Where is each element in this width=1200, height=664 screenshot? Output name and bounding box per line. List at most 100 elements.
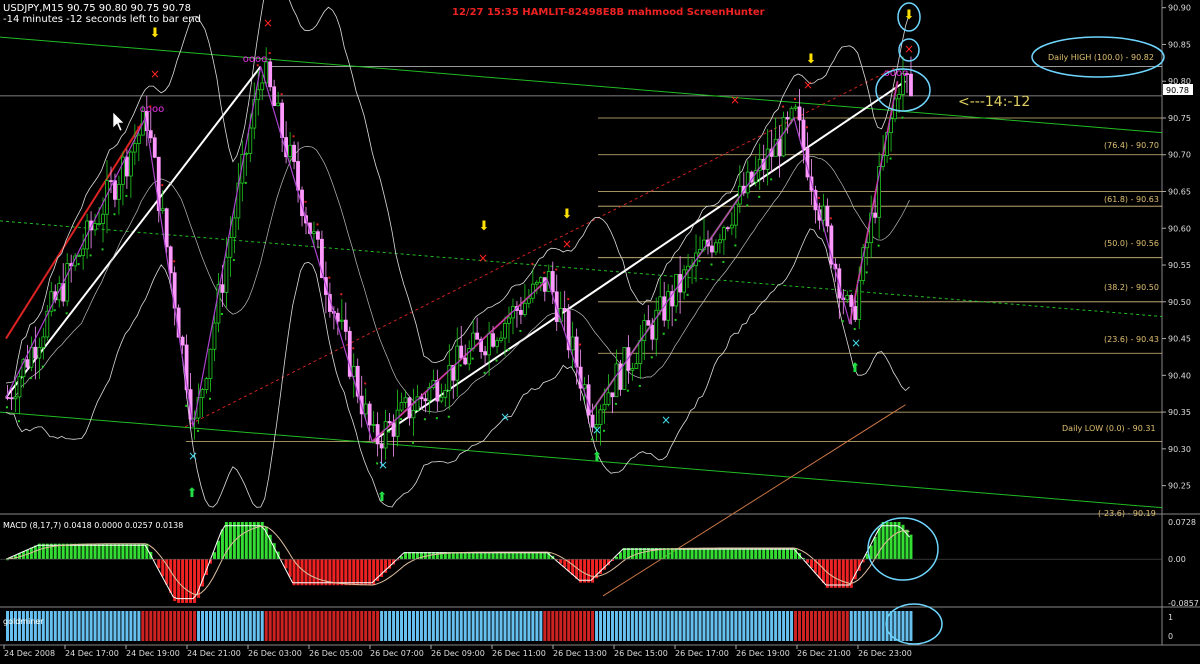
candle-body — [132, 143, 137, 153]
goldminer-bar — [459, 611, 463, 641]
psar-dot — [877, 244, 880, 247]
time-tick-label: 26 Dec 23:00 — [858, 649, 912, 658]
macd-bar — [670, 547, 674, 560]
macd-tick-label: 0.00 — [1168, 555, 1186, 564]
psar-dot — [244, 181, 247, 184]
window-title: 12/27 15:35 HAMLIT-82498E8B mahmood Scre… — [452, 7, 765, 18]
time-tick-label: 26 Dec 11:00 — [492, 649, 546, 658]
buy-arrow-icon: ⬆ — [187, 486, 198, 501]
goldminer-bar — [224, 611, 228, 641]
goldminer-bar — [829, 611, 833, 641]
sell-arrow-icon: ⬇ — [562, 207, 573, 222]
psar-dot — [17, 420, 20, 423]
candle-body — [733, 203, 738, 226]
macd-bar — [248, 522, 252, 560]
goldminer-bar — [380, 611, 384, 641]
candle-body — [503, 322, 507, 339]
goldminer-bar — [169, 611, 173, 641]
macd-bar — [762, 547, 766, 560]
psar-dot — [268, 52, 271, 55]
psar-dot — [626, 389, 629, 392]
price-tick-label: 90.40 — [1168, 371, 1191, 380]
price-tick-label: 90.55 — [1168, 261, 1191, 270]
candle-body — [475, 332, 480, 340]
macd-bar — [137, 543, 141, 560]
goldminer-bar — [384, 611, 388, 641]
goldminer-bar — [893, 611, 897, 641]
goldminer-bar — [798, 611, 802, 641]
goldminer-bar — [248, 611, 252, 641]
psar-dot — [674, 318, 677, 321]
candle-body — [725, 227, 730, 230]
psar-dot — [638, 384, 641, 387]
macd-bar — [622, 547, 626, 560]
goldminer-bar — [706, 611, 710, 641]
psar-dot — [650, 356, 653, 359]
candle-body — [797, 106, 802, 121]
candle-body — [220, 284, 225, 293]
candle-body — [125, 156, 129, 177]
psar-dot — [805, 126, 808, 129]
goldminer-bar — [400, 611, 404, 641]
psar-dot — [220, 313, 223, 316]
goldminer-bar — [630, 611, 634, 641]
fib-764-label: (76.4) - 90.70 — [1104, 141, 1159, 150]
goldminer-bar — [869, 611, 873, 641]
candle-body — [113, 180, 117, 200]
candle-body — [272, 86, 277, 107]
goldminer-bar — [662, 611, 666, 641]
goldminer-bar — [499, 611, 503, 641]
psar-dot — [447, 415, 450, 418]
candle-body — [654, 309, 659, 340]
candle-body — [268, 61, 273, 88]
candle-body — [562, 308, 567, 312]
macd-bar — [89, 543, 93, 560]
macd-bar — [642, 547, 646, 560]
goldminer-bar — [642, 611, 646, 641]
goldminer-bar — [467, 611, 471, 641]
psar-dot — [101, 248, 104, 251]
psar-dot — [841, 320, 844, 323]
goldminer-bar — [638, 611, 642, 641]
goldminer-bar — [606, 611, 610, 641]
candle-body — [208, 348, 213, 379]
macd-bar — [85, 543, 89, 560]
goldminer-bar — [654, 611, 658, 641]
psar-dot — [782, 105, 785, 108]
trading-terminal-chart[interactable]: ⬇ ⬇ ⬇ ⬇ ⬇ ⬆ ⬆ ⬆ ⬆ × × × × × × × × × × × × × oooo oooo oooo 90.90… — [0, 0, 1200, 660]
macd-bar — [117, 543, 121, 560]
goldminer-bar — [658, 611, 662, 641]
goldminer-bar — [276, 611, 280, 641]
goldminer-bar — [344, 611, 348, 641]
goldminer-bar — [710, 611, 714, 641]
goldminer-bar — [603, 611, 606, 641]
candle-body — [499, 337, 503, 342]
goldminer-bar — [201, 611, 205, 641]
macd-bar — [348, 559, 352, 586]
candle-body — [17, 376, 22, 398]
macd-bar — [809, 559, 813, 568]
goldminer-bar — [29, 611, 33, 641]
chart-canvas[interactable]: ⬇⬇⬇⬇⬇⬆ ⬆⬆⬆×××××××××××××oooooooooooo 90.90… — [0, 0, 1200, 660]
macd-bar — [157, 559, 161, 569]
goldminer-bar — [73, 611, 77, 641]
psar-dot — [197, 429, 200, 432]
macd-bar — [682, 547, 686, 560]
candle-body — [200, 389, 205, 399]
goldminer-bar — [833, 611, 837, 641]
psar-dot — [901, 116, 904, 119]
macd-bar — [730, 547, 734, 560]
goldminer-bar — [511, 611, 515, 641]
psar-dot — [817, 196, 820, 199]
candle-body — [77, 255, 82, 257]
candle-body — [288, 144, 292, 158]
psar-dot — [531, 262, 534, 265]
price-tick-label: 90.85 — [1168, 40, 1191, 49]
goldminer-bar — [861, 611, 865, 641]
candle-body — [443, 390, 448, 398]
goldminer-bar — [316, 611, 320, 641]
goldminer-bar — [782, 611, 786, 641]
sell-arrow-icon: ⬇ — [904, 8, 915, 23]
candle-body — [180, 336, 185, 346]
macd-bar — [646, 547, 650, 560]
